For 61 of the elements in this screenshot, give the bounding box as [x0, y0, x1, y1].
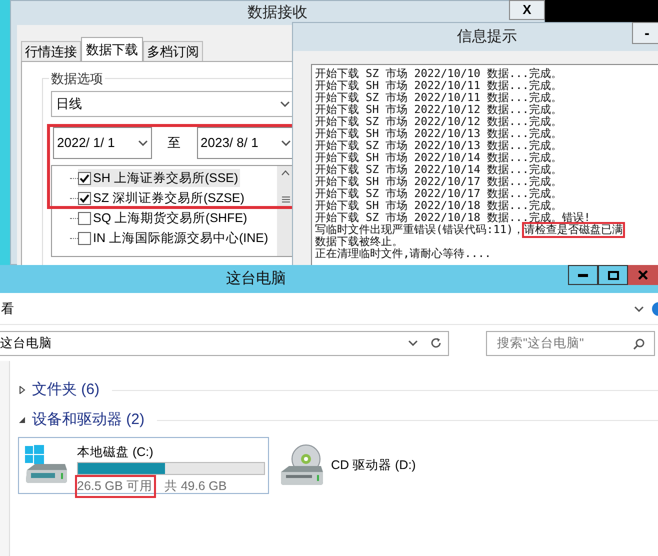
exchange-item[interactable]: IN 上海国际能源交易中心(INE) — [78, 228, 270, 248]
window-title: 信息提示 — [457, 26, 517, 47]
start-date-field[interactable]: 2022/ 1/ 1 — [53, 127, 152, 159]
log-line: 写临时文件出现严重错误(错误代码:11)， — [315, 224, 524, 236]
free-space: 26.5 GB 可用 — [77, 477, 154, 496]
log-line: 开始下载 SH 市场 2022/10/14 数据...完成。 — [315, 152, 562, 164]
checkbox[interactable] — [78, 232, 91, 244]
collapsed-arrow-icon[interactable] — [18, 386, 26, 394]
search-icon — [633, 338, 645, 350]
expanded-arrow-icon[interactable] — [18, 416, 26, 424]
log-line: 开始下载 SZ 市场 2022/10/11 数据...完成。 — [315, 92, 562, 104]
exchange-item[interactable]: SH 上海证券交易所(SSE) — [78, 168, 240, 188]
address-bar[interactable]: 这台电脑 — [0, 330, 449, 356]
range-separator: 至 — [166, 134, 182, 152]
log-line: 开始下载 SZ 市场 2022/10/18 数据...完成。错误! — [315, 212, 590, 224]
close-button[interactable] — [628, 265, 658, 285]
minimize-button[interactable] — [568, 265, 598, 285]
chevron-down-icon — [280, 101, 290, 107]
hard-drive-icon — [23, 444, 69, 486]
log-line: 正在清理临时文件,请耐心等待.... — [315, 248, 492, 260]
log-line: 开始下载 SH 市场 2022/10/13 数据...完成。 — [315, 128, 562, 140]
log-line: 开始下载 SZ 市场 2022/10/10 数据...完成。 — [315, 68, 562, 80]
checkbox[interactable] — [78, 192, 91, 204]
refresh-icon[interactable] — [430, 337, 442, 349]
expand-ribbon-icon — [634, 306, 644, 312]
scroll-up-icon — [281, 170, 290, 176]
log-line: 开始下载 SZ 市场 2022/10/14 数据...完成。 — [315, 164, 562, 176]
window-title: 数据接收 — [248, 2, 308, 23]
log-line: 开始下载 SH 市场 2022/10/12 数据...完成。 — [315, 104, 562, 116]
grip-icon — [282, 196, 290, 203]
highlighted-text: 请检查是否磁盘已满 — [524, 224, 624, 236]
chevron-down-icon — [281, 140, 291, 146]
chevron-down-icon — [408, 340, 418, 346]
drive-name[interactable]: CD 驱动器 (D:) — [331, 456, 416, 475]
log-line: 开始下载 SZ 市场 2022/10/13 数据...完成。 — [315, 140, 562, 152]
window-title: 这台电脑 — [226, 268, 286, 289]
log-line: 开始下载 SZ 市场 2022/10/17 数据...完成。 — [315, 188, 562, 200]
close-icon — [638, 270, 648, 280]
close-button[interactable]: X — [509, 0, 545, 20]
log-line: 开始下载 SZ 市场 2022/10/12 数据...完成。 — [315, 116, 562, 128]
help-icon[interactable] — [652, 302, 658, 316]
chevron-down-icon — [138, 140, 148, 146]
exchange-item[interactable]: SZ 深圳证券交易所(SZSE) — [78, 188, 246, 208]
section-heading[interactable]: 文件夹 (6) — [32, 378, 100, 402]
section-heading[interactable]: 设备和驱动器 (2) — [32, 408, 144, 432]
total-space: 共 49.6 GB — [164, 478, 227, 495]
log-line: 开始下载 SH 市场 2022/10/11 数据...完成。 — [315, 80, 562, 92]
tab[interactable]: 数据下载 — [81, 37, 143, 61]
checkbox[interactable] — [78, 172, 91, 184]
log-line: 开始下载 SH 市场 2022/10/18 数据...完成。 — [315, 200, 562, 212]
tab[interactable]: 行情连接 — [21, 41, 81, 61]
ribbon-tab[interactable]: 看 — [1, 298, 14, 318]
log-line: 数据下载被终止。 — [315, 236, 403, 248]
drive-name: 本地磁盘 (C:) — [77, 444, 154, 460]
tab[interactable]: 多档订阅 — [143, 41, 203, 61]
search-field[interactable]: 搜索"这台电脑" — [486, 330, 655, 356]
log-line: 开始下载 SH 市场 2022/10/17 数据...完成。 — [315, 176, 562, 188]
period-dropdown[interactable]: 日线 — [51, 91, 295, 117]
minimize-button[interactable]: - — [632, 22, 658, 44]
checkbox[interactable] — [78, 212, 91, 224]
exchange-item[interactable]: SQ 上海期货交易所(SHFE) — [78, 208, 250, 228]
